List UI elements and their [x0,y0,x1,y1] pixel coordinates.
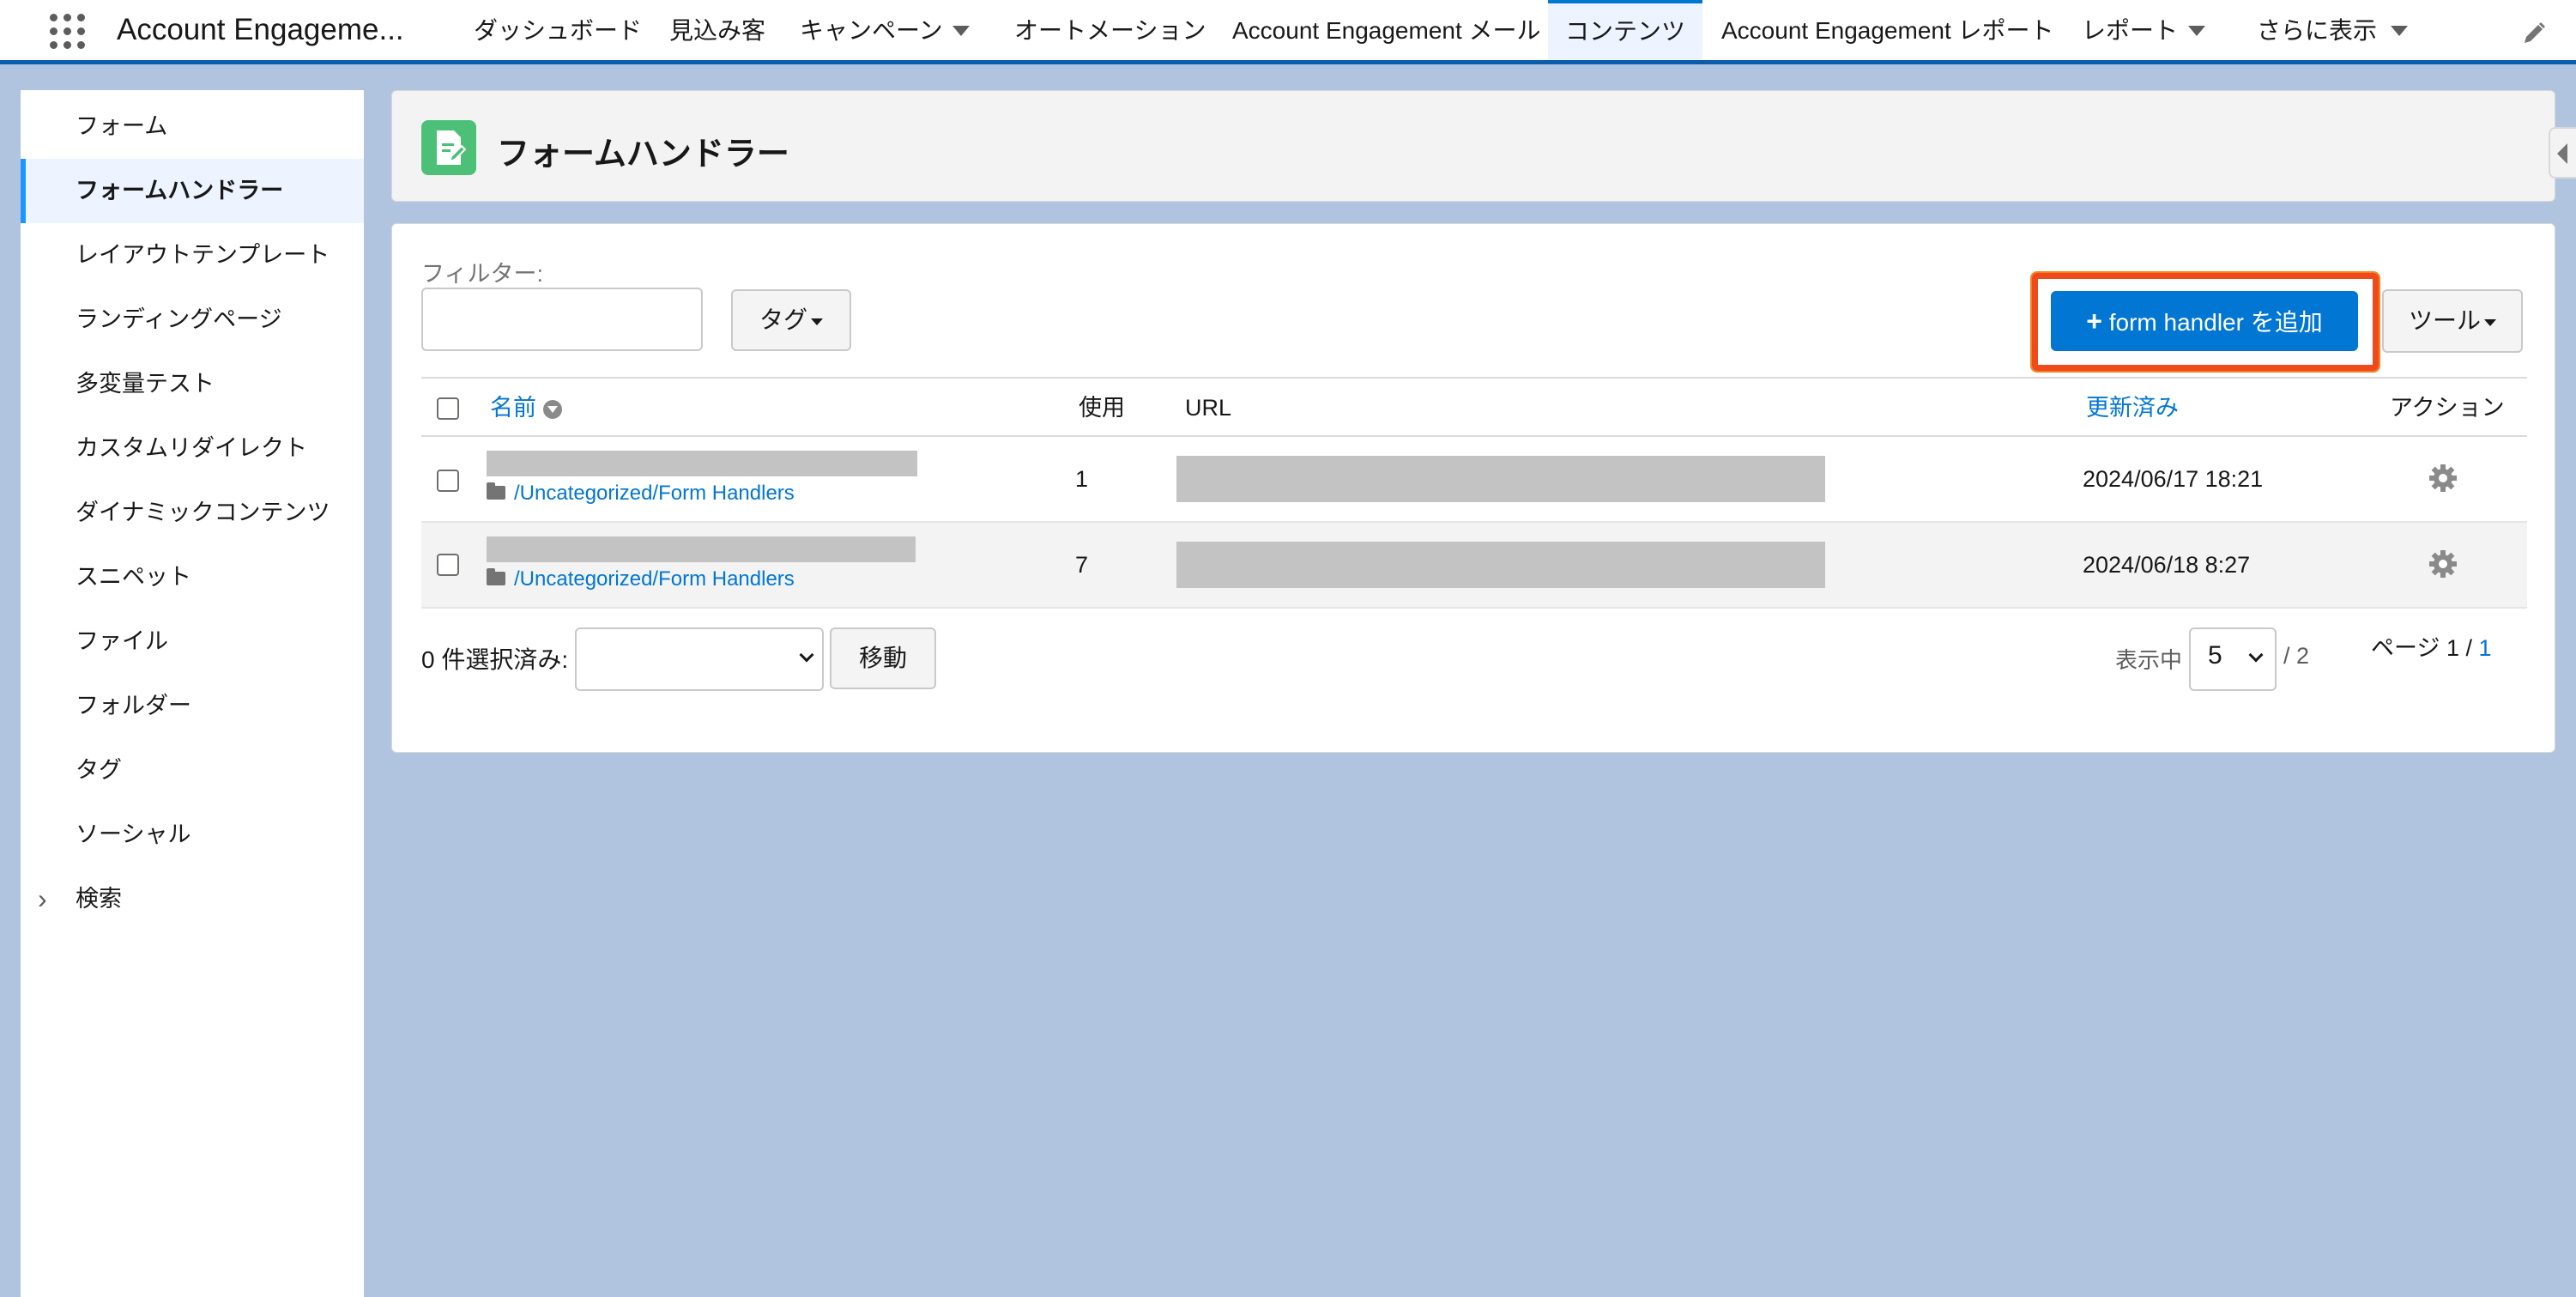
app-launcher-icon[interactable] [50,14,86,50]
sidebar-item-landing-pages[interactable]: ランディングページ [21,288,364,352]
select-all-checkbox[interactable] [437,397,459,420]
sidebar-item-custom-redirects[interactable]: カスタムリダイレクト [21,416,364,481]
page-header: フォームハンドラー [391,90,2555,202]
tools-label: ツール [2408,307,2481,334]
column-updated[interactable]: 更新済み [2086,379,2179,437]
edit-pencil-icon[interactable] [2521,21,2547,46]
folder-path-text: /Uncategorized/Form Handlers [514,482,795,505]
app-name: Account Engageme... [117,13,404,46]
caret-down-icon [2484,318,2496,326]
nav-item-ae-email[interactable]: Account Engagement メール [1232,0,1541,60]
table-row: /Uncategorized/Form Handlers 7 2024/06/1… [421,523,2527,609]
sidebar-item-multivariate-tests[interactable]: 多変量テスト [21,352,364,416]
folder-icon [487,567,505,585]
more-caret-down-icon[interactable] [2391,26,2408,36]
form-handlers-list-card: フィルター: タグ + form handler を追加 ツール 名前 使用 U… [391,223,2555,753]
table-header: 名前 使用 URL 更新済み アクション [421,377,2527,437]
sidebar-item-files[interactable]: ファイル [21,609,364,674]
column-actions: アクション [2390,395,2505,421]
usage-count: 1 [1075,466,1089,492]
nav-item-campaigns[interactable]: キャンペーン [800,0,943,60]
sidebar-item-layout-templates[interactable]: レイアウトテンプレート [21,223,364,288]
form-handler-icon [421,120,476,175]
page-link[interactable]: 1 [2479,635,2492,661]
sidebar-item-forms[interactable]: フォーム [21,94,364,159]
sidebar-item-tags[interactable]: タグ [21,738,364,803]
column-name[interactable]: 名前 [490,379,562,437]
tag-filter-button[interactable]: タグ [731,289,851,351]
bulk-action-select[interactable] [575,627,824,691]
updated-date: 2024/06/17 18:21 [2083,466,2264,492]
nav-item-more[interactable]: さらに表示 [2257,0,2377,60]
page-size-select[interactable]: 5 [2189,627,2277,691]
plus-icon: + [2086,306,2102,336]
total-pages: / 2 [2283,643,2310,669]
sort-down-icon[interactable] [543,399,562,419]
chevron-down-icon [799,647,814,663]
nav-item-content[interactable]: コンテンツ [1548,0,1702,60]
usage-count: 7 [1075,552,1089,578]
folder-path-link[interactable]: /Uncategorized/Form Handlers [487,567,795,591]
sidebar-item-dynamic-content[interactable]: ダイナミックコンテンツ [21,481,364,545]
global-navigation-bar: Account Engageme... ダッシュボード 見込み客 キャンペーン … [0,0,2576,64]
column-url: URL [1185,395,1232,421]
table-row: /Uncategorized/Form Handlers 1 2024/06/1… [421,437,2527,523]
gear-icon[interactable] [2428,548,2458,579]
showing-label: 表示中 [2115,647,2183,673]
redacted-name[interactable] [487,451,917,476]
updated-date: 2024/06/18 8:27 [2083,552,2251,578]
page-label: ページ 1 / [2371,635,2472,661]
nav-item-ae-reports[interactable]: Account Engagement レポート [1721,0,2054,60]
redacted-url [1176,542,1825,588]
redacted-url [1176,456,1825,502]
move-button[interactable]: 移動 [830,627,936,689]
page-size-value: 5 [2208,641,2222,670]
add-form-handler-button[interactable]: + form handler を追加 [2051,291,2358,351]
nav-item-dashboard[interactable]: ダッシュボード [474,0,642,60]
chevron-down-icon [2248,647,2264,663]
pagination: ページ 1 / 1 [2371,629,2492,663]
add-form-handler-label: form handler を追加 [2108,309,2323,336]
caret-down-icon [811,318,823,325]
content-sidebar: フォーム フォームハンドラー レイアウトテンプレート ランディングページ 多変量… [21,90,364,1297]
column-name-label: 名前 [490,395,536,421]
folder-icon [487,482,505,500]
tools-button[interactable]: ツール [2382,289,2523,353]
tag-filter-label: タグ [759,306,807,333]
nav-item-prospects[interactable]: 見込み客 [669,0,765,60]
collapse-panel-tab[interactable] [2549,127,2576,179]
folder-path-link[interactable]: /Uncategorized/Form Handlers [487,482,795,506]
column-usage: 使用 [1079,395,1125,421]
sidebar-item-snippets[interactable]: スニペット [21,545,364,609]
nav-item-automation[interactable]: オートメーション [1014,0,1206,60]
sidebar-item-search[interactable]: 検索 [21,867,364,931]
filter-input[interactable] [421,288,703,351]
sidebar-item-social[interactable]: ソーシャル [21,803,364,867]
redacted-name[interactable] [487,536,916,562]
gear-icon[interactable] [2428,463,2458,494]
row-checkbox[interactable] [437,470,459,492]
nav-item-reports[interactable]: レポート [2082,0,2178,60]
page-title: フォームハンドラー [497,136,789,173]
folder-path-text: /Uncategorized/Form Handlers [514,567,795,591]
filter-label: フィルター: [421,261,543,287]
reports-chevron-down-icon[interactable] [2188,26,2205,36]
selected-count-label: 0 件選択済み: [421,646,569,673]
sidebar-item-folders[interactable]: フォルダー [21,674,364,738]
sidebar-item-form-handlers[interactable]: フォームハンドラー [21,159,364,223]
campaigns-chevron-down-icon[interactable] [952,26,970,36]
row-checkbox[interactable] [437,554,459,576]
